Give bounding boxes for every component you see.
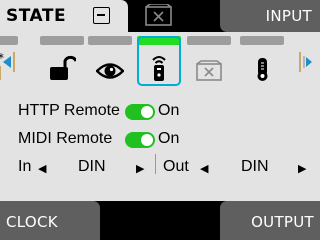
midi-in-label: In xyxy=(18,158,32,175)
settings-window-icon xyxy=(196,60,222,81)
tile-window[interactable] xyxy=(187,36,231,86)
midi-in-prev-icon[interactable]: ◀ xyxy=(38,162,46,175)
state-tab-label: STATE xyxy=(6,6,67,26)
remote-control-icon xyxy=(152,56,166,81)
http-remote-label: HTTP Remote xyxy=(18,102,120,119)
midi-out-next-icon[interactable]: ▶ xyxy=(298,162,306,175)
tile-pin[interactable]: * xyxy=(0,36,18,86)
settings-window-icon[interactable] xyxy=(145,4,172,26)
midi-in-value[interactable]: DIN xyxy=(78,158,106,176)
clock-tab-label: CLOCK xyxy=(6,213,58,231)
tile-lock[interactable] xyxy=(40,36,84,86)
midi-out-prev-icon[interactable]: ◀ xyxy=(200,162,208,175)
icon-strip: * xyxy=(0,32,320,90)
row-divider xyxy=(155,154,156,174)
svg-text:*: * xyxy=(0,52,4,65)
pin-icon: * xyxy=(0,52,4,80)
input-tab[interactable]: INPUT xyxy=(220,0,320,32)
tile-temperature-status-bar xyxy=(240,36,284,45)
tile-visibility-status-bar xyxy=(88,36,132,45)
scroll-right-icon[interactable] xyxy=(297,50,315,74)
tile-lock-status-bar xyxy=(40,36,84,45)
input-tab-label: INPUT xyxy=(265,7,312,25)
midi-remote-toggle[interactable] xyxy=(125,132,155,148)
collapse-icon[interactable] xyxy=(93,7,110,24)
eye-icon xyxy=(96,63,124,79)
output-tab-label: OUTPUT xyxy=(251,213,314,231)
settings-panel: HTTP Remote On MIDI Remote On In ◀ DIN ▶… xyxy=(0,90,320,201)
http-remote-value: On xyxy=(158,102,180,119)
http-remote-toggle[interactable] xyxy=(125,104,155,120)
midi-remote-value: On xyxy=(158,130,180,147)
clock-tab[interactable]: CLOCK xyxy=(0,201,100,240)
tile-temperature[interactable] xyxy=(240,36,284,86)
midi-out-label: Out xyxy=(163,158,189,175)
state-tab[interactable]: STATE xyxy=(0,0,128,32)
thermometer-icon xyxy=(257,58,268,81)
midi-remote-label: MIDI Remote xyxy=(18,130,113,147)
output-tab[interactable]: OUTPUT xyxy=(220,201,320,240)
tile-visibility[interactable] xyxy=(88,36,132,86)
unlock-icon xyxy=(50,55,76,80)
midi-out-value[interactable]: DIN xyxy=(241,158,269,176)
tile-window-status-bar xyxy=(187,36,231,45)
midi-in-next-icon[interactable]: ▶ xyxy=(136,162,144,175)
tile-http-remote[interactable] xyxy=(137,36,181,86)
tile-pin-status-bar xyxy=(0,36,18,45)
device-screen: STATE INPUT * xyxy=(0,0,320,240)
